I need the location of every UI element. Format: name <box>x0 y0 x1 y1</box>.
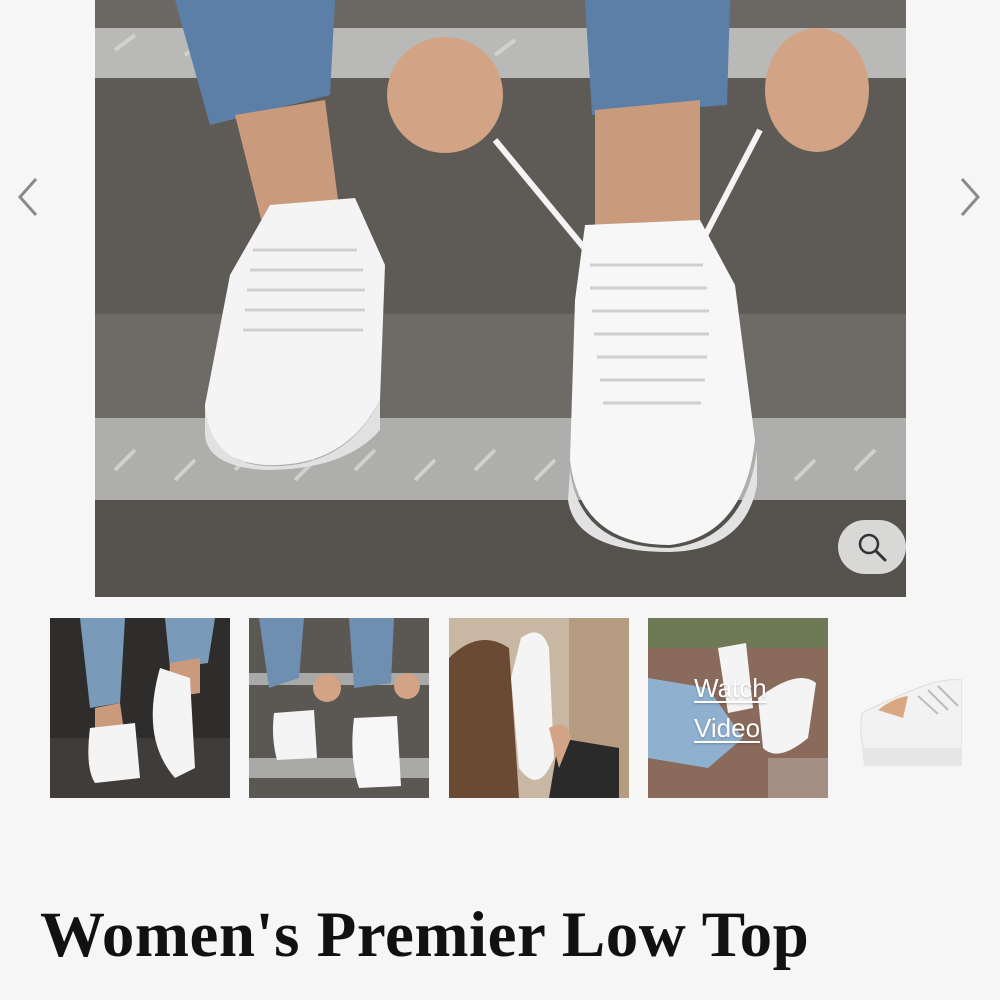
white-sneakers-photo <box>95 0 906 597</box>
next-image-button[interactable] <box>950 172 990 222</box>
watch-video-thumbnail[interactable]: Watch Video <box>648 618 828 798</box>
chevron-left-icon <box>17 178 38 216</box>
thumbnail-3[interactable] <box>449 618 629 798</box>
thumbnail-1[interactable] <box>50 618 230 798</box>
chevron-right-icon <box>960 178 981 216</box>
thumbnail-5[interactable] <box>848 618 962 798</box>
thumbnail-2[interactable] <box>249 618 429 798</box>
thumbnail-strip: Watch Video <box>0 618 1000 798</box>
sneaker-held-photo <box>449 618 629 798</box>
product-title: Women's Premier Low Top <box>40 899 810 971</box>
zoom-button[interactable] <box>838 520 906 574</box>
watch-video-label: Watch Video <box>694 673 767 743</box>
sneaker-side-photo <box>848 618 962 798</box>
sneakers-standing-photo <box>50 618 230 798</box>
sneakers-lacing-photo <box>249 618 429 798</box>
previous-image-button[interactable] <box>8 172 48 222</box>
magnifier-icon <box>858 533 887 562</box>
main-product-image[interactable] <box>95 0 906 597</box>
